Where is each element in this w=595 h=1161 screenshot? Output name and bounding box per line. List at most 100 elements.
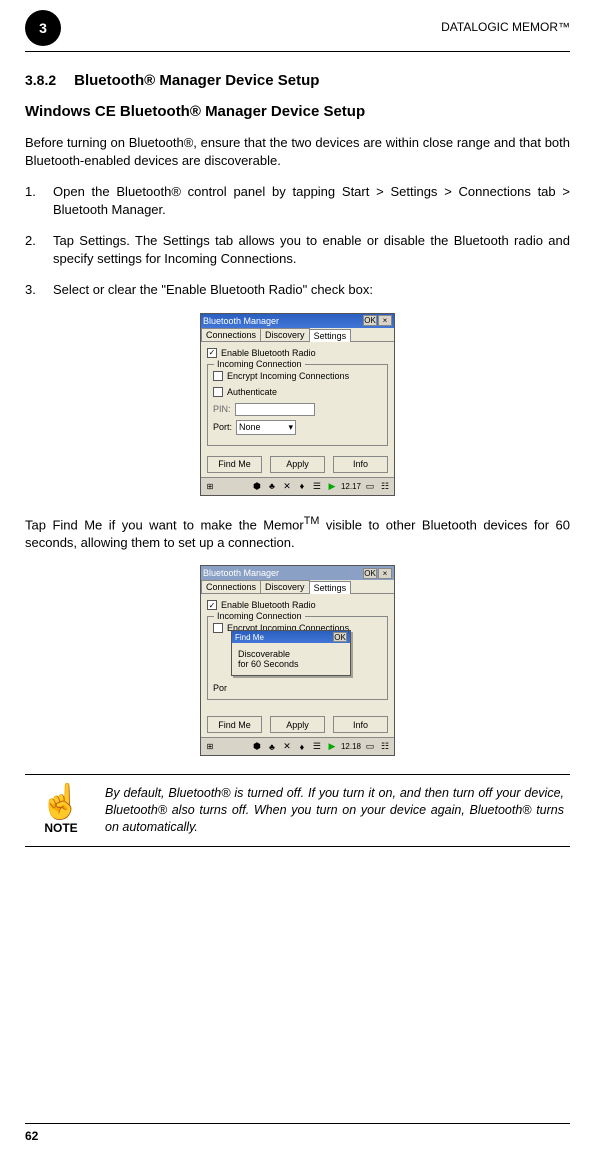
port-label-partial: Por: [213, 683, 227, 693]
incoming-legend-2: Incoming Connection: [214, 611, 305, 621]
pin-label: PIN:: [213, 404, 231, 414]
button-row-2: Find Me Apply Info: [201, 712, 394, 737]
tray-icon-2-5: ☰: [311, 741, 323, 753]
section-heading-row: 3.8.2 Bluetooth® Manager Device Setup: [25, 72, 570, 89]
section-number: 3.8.2: [25, 72, 56, 89]
settings-panel-2: ✓ Enable Bluetooth Radio Incoming Connec…: [201, 594, 394, 712]
note-box: ☝ NOTE By default, Bluetooth® is turned …: [25, 774, 570, 847]
bluetooth-manager-window-findme: Bluetooth Manager OK × Connections Disco…: [200, 565, 395, 756]
taskbar-clock: 12.17: [341, 482, 361, 491]
step-1: 1. Open the Bluetooth® control panel by …: [25, 183, 570, 218]
window-titlebar: Bluetooth Manager OK ×: [201, 314, 394, 328]
info-button[interactable]: Info: [333, 456, 388, 473]
encrypt-label: Encrypt Incoming Connections: [227, 371, 349, 381]
bluetooth-manager-window: Bluetooth Manager OK × Connections Disco…: [200, 313, 395, 496]
hand-icon: ☝: [31, 785, 91, 819]
find-me-dialog-title: Find Me: [235, 633, 264, 642]
tray-icon-6: ▶: [326, 480, 338, 492]
tray-icon-2-3: ✕: [281, 741, 293, 753]
find-me-dialog-line-2: for 60 Seconds: [238, 659, 344, 669]
step-2-number: 2.: [25, 232, 53, 267]
tray-icon-7: ▭: [364, 480, 376, 492]
encrypt-checkbox-2[interactable]: [213, 623, 223, 633]
window-title: Bluetooth Manager: [203, 316, 279, 326]
intro-paragraph: Before turning on Bluetooth®, ensure tha…: [25, 134, 570, 169]
page-header: 3 DATALOGIC MEMOR™: [25, 20, 570, 52]
tab-discovery[interactable]: Discovery: [260, 328, 310, 341]
info-button-2[interactable]: Info: [333, 716, 388, 733]
settings-panel: ✓ Enable Bluetooth Radio Incoming Connec…: [201, 342, 394, 452]
taskbar: ⊞ ⬢ ♣ ✕ ♦ ☰ ▶ 12.17 ▭ ☷: [201, 477, 394, 495]
port-label: Port:: [213, 422, 232, 432]
step-3-number: 3.: [25, 281, 53, 299]
encrypt-checkbox[interactable]: [213, 371, 223, 381]
button-row: Find Me Apply Info: [201, 452, 394, 477]
note-text: By default, Bluetooth® is turned off. If…: [105, 785, 564, 836]
screenshot-2: Bluetooth Manager OK × Connections Disco…: [25, 565, 570, 756]
enable-bluetooth-label: Enable Bluetooth Radio: [221, 348, 316, 358]
tab-settings[interactable]: Settings: [309, 329, 352, 342]
chapter-badge: 3: [25, 10, 61, 46]
tray-icon-2-1: ⬢: [251, 741, 263, 753]
product-name: DATALOGIC MEMOR™: [441, 20, 570, 34]
apply-button[interactable]: Apply: [270, 456, 325, 473]
find-me-dialog: Find Me OK Discoverable for 60 Seconds: [231, 630, 351, 676]
tab-connections-2[interactable]: Connections: [201, 580, 261, 593]
tray-icon-1: ⬢: [251, 480, 263, 492]
authenticate-checkbox[interactable]: [213, 387, 223, 397]
close-button[interactable]: ×: [378, 315, 392, 326]
window-title-2: Bluetooth Manager: [203, 568, 279, 578]
note-label: NOTE: [31, 821, 91, 835]
port-value: None: [239, 422, 261, 432]
section-subtitle: Windows CE Bluetooth® Manager Device Set…: [25, 103, 570, 120]
port-select[interactable]: None ▾: [236, 420, 296, 435]
taskbar-clock-2: 12.18: [341, 742, 361, 751]
pin-input[interactable]: [235, 403, 315, 416]
start-icon[interactable]: ⊞: [204, 480, 216, 492]
taskbar-2: ⊞ ⬢ ♣ ✕ ♦ ☰ ▶ 12.18 ▭ ☷: [201, 737, 394, 755]
close-button-2[interactable]: ×: [378, 568, 392, 579]
tray-icon-2-4: ♦: [296, 741, 308, 753]
tab-discovery-2[interactable]: Discovery: [260, 580, 310, 593]
find-me-paragraph: Tap Find Me if you want to make the Memo…: [25, 514, 570, 551]
tab-connections[interactable]: Connections: [201, 328, 261, 341]
tray-icon-5: ☰: [311, 480, 323, 492]
note-icon-cell: ☝ NOTE: [31, 785, 91, 836]
tray-icon-2-8: ☷: [379, 741, 391, 753]
enable-bluetooth-label-2: Enable Bluetooth Radio: [221, 600, 316, 610]
tray-icon-4: ♦: [296, 480, 308, 492]
page-number: 62: [25, 1129, 38, 1143]
tab-settings-2[interactable]: Settings: [309, 581, 352, 594]
step-2: 2. Tap Settings. The Settings tab allows…: [25, 232, 570, 267]
start-icon-2[interactable]: ⊞: [204, 741, 216, 753]
find-me-button[interactable]: Find Me: [207, 456, 262, 473]
window-titlebar-2: Bluetooth Manager OK ×: [201, 566, 394, 580]
authenticate-label: Authenticate: [227, 387, 277, 397]
apply-button-2[interactable]: Apply: [270, 716, 325, 733]
step-1-text: Open the Bluetooth® control panel by tap…: [53, 183, 570, 218]
find-me-dialog-body: Discoverable for 60 Seconds: [232, 643, 350, 675]
chevron-down-icon: ▾: [288, 422, 293, 433]
step-2-text: Tap Settings. The Settings tab allows yo…: [53, 232, 570, 267]
incoming-legend: Incoming Connection: [214, 359, 305, 369]
step-3-text: Select or clear the "Enable Bluetooth Ra…: [53, 281, 570, 299]
tray-icon-2-2: ♣: [266, 741, 278, 753]
tray-icon-2: ♣: [266, 480, 278, 492]
tray-icon-2-7: ▭: [364, 741, 376, 753]
tab-row-2: Connections Discovery Settings: [201, 580, 394, 594]
tab-row: Connections Discovery Settings: [201, 328, 394, 342]
tray-icon-2-6: ▶: [326, 741, 338, 753]
ok-button-2[interactable]: OK: [363, 568, 377, 579]
enable-bluetooth-checkbox[interactable]: ✓: [207, 348, 217, 358]
tray-icon-3: ✕: [281, 480, 293, 492]
section-title: Bluetooth® Manager Device Setup: [74, 72, 319, 89]
incoming-connection-fieldset: Incoming Connection Encrypt Incoming Con…: [207, 364, 388, 446]
tray-icon-8: ☷: [379, 480, 391, 492]
find-me-dialog-ok[interactable]: OK: [333, 632, 347, 642]
find-me-button-2[interactable]: Find Me: [207, 716, 262, 733]
findme-text-before: Tap Find Me if you want to make the Memo…: [25, 517, 304, 532]
enable-bluetooth-checkbox-2[interactable]: ✓: [207, 600, 217, 610]
ok-button[interactable]: OK: [363, 315, 377, 326]
find-me-dialog-line-1: Discoverable: [238, 649, 344, 659]
step-1-number: 1.: [25, 183, 53, 218]
